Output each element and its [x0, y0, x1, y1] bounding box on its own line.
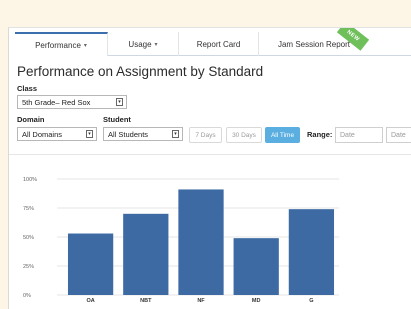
domain-select-value: All Domains [22, 129, 63, 139]
tab-label: Usage [128, 39, 152, 49]
report-tabs: Performance ▾ Usage ▾ Report Card Jam Sess… [15, 28, 411, 56]
tab-label: Jam Session Report [277, 39, 351, 49]
x-tick-label: G [309, 298, 313, 304]
tab-report-card[interactable]: Report Card [179, 32, 259, 56]
tab-label: Report Card [196, 39, 241, 49]
tab-label: Performance [35, 40, 81, 50]
class-select[interactable]: 5th Grade– Red Sox ▾ [17, 95, 127, 109]
y-tick-label: 25% [23, 264, 34, 270]
performance-bar-chart: 0% 25% 50% 75% 100% OA NBT NF MD G [23, 177, 339, 304]
y-tick-label: 0% [23, 293, 31, 299]
y-tick-label: 100% [23, 177, 37, 183]
student-select-value: All Students [108, 129, 149, 139]
chevron-down-icon: ▾ [83, 42, 87, 49]
chevron-down-icon: ▾ [86, 130, 93, 138]
class-label: Class [17, 84, 38, 93]
range-start-date-input[interactable]: Date [335, 127, 383, 143]
class-select-value: 5th Grade– Red Sox [22, 97, 91, 107]
chevron-down-icon: ▾ [116, 98, 123, 106]
x-tick-label: NF [197, 298, 205, 304]
domain-select[interactable]: All Domains ▾ [17, 127, 97, 141]
y-tick-label: 50% [23, 235, 34, 241]
bar-nf[interactable] [178, 189, 224, 295]
bar-nbt[interactable] [123, 213, 169, 295]
y-tick-label: 75% [23, 206, 34, 212]
range-label: Range: [307, 130, 333, 139]
x-tick-label: NBT [140, 298, 152, 304]
button-7-days[interactable]: 7 Days [189, 127, 222, 143]
page-title: Performance on Assignment by Standard [17, 64, 264, 79]
section-divider [9, 154, 411, 155]
bar-oa[interactable] [67, 233, 114, 295]
tab-performance[interactable]: Performance ▾ [15, 32, 108, 56]
range-end-date-input[interactable]: Date [386, 127, 411, 143]
button-all-time[interactable]: All Time [265, 127, 300, 143]
bar-md[interactable] [233, 238, 279, 295]
tab-usage[interactable]: Usage ▾ [108, 32, 179, 56]
x-tick-label: MD [252, 298, 261, 304]
button-30-days[interactable]: 30 Days [226, 127, 262, 143]
domain-label: Domain [17, 115, 45, 124]
report-panel: Performance ▾ Usage ▾ Report Card Jam Sess… [8, 27, 411, 309]
student-label: Student [103, 115, 131, 124]
chevron-down-icon: ▾ [154, 41, 158, 48]
x-tick-label: OA [86, 298, 94, 304]
bar-g[interactable] [288, 209, 335, 295]
chevron-down-icon: ▾ [172, 130, 179, 138]
student-select[interactable]: All Students ▾ [103, 127, 183, 141]
page-background [0, 0, 411, 27]
